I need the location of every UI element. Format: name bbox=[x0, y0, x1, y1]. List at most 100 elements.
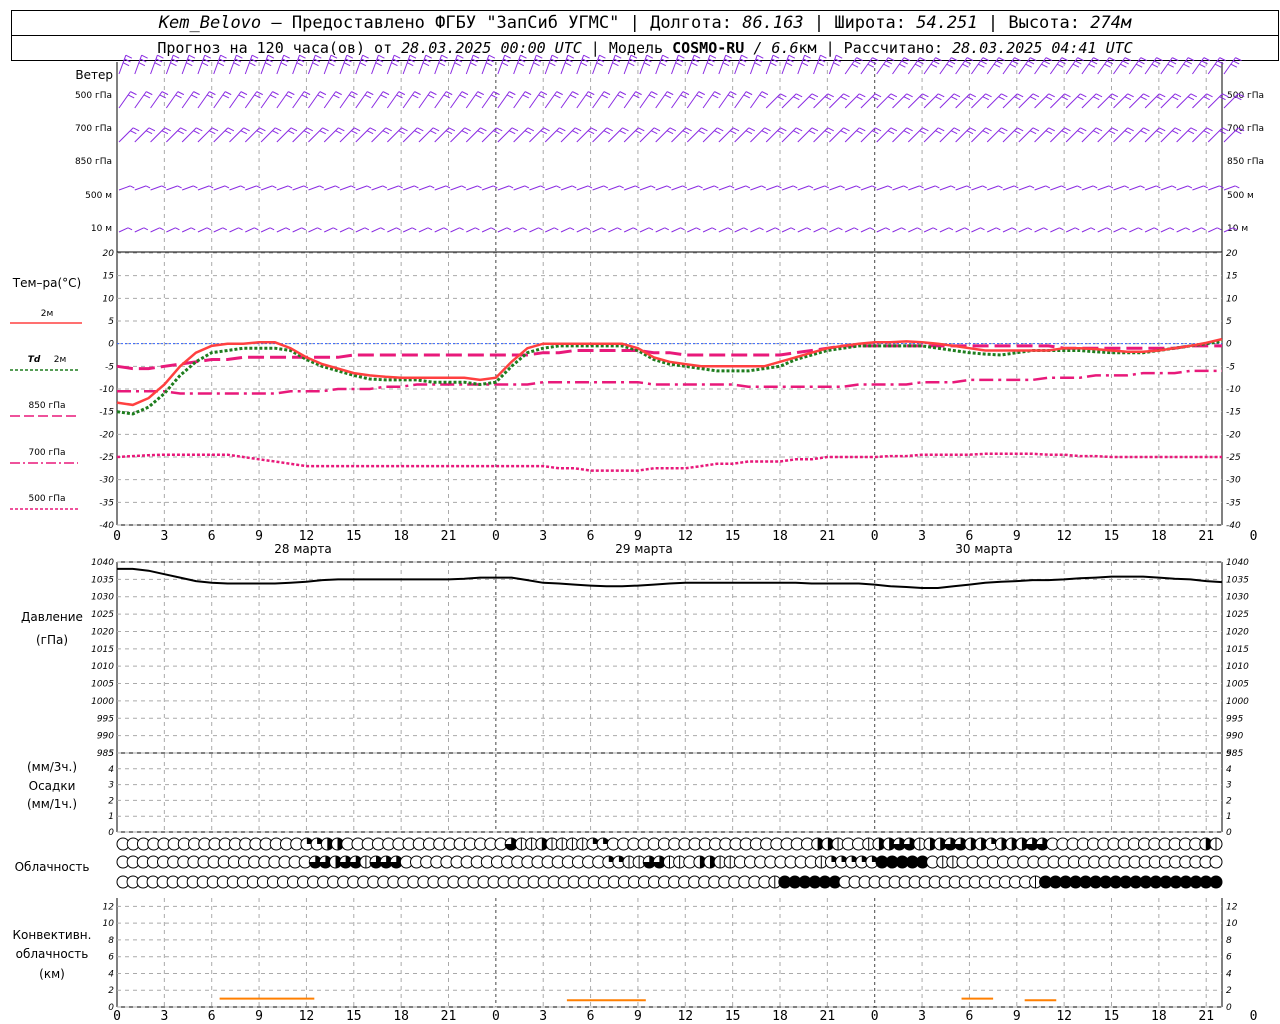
wind-barb-feather bbox=[401, 127, 408, 132]
wind-barb-feather bbox=[470, 62, 477, 67]
wind-barb-feather bbox=[1092, 185, 1098, 189]
wind-barb-feather bbox=[1185, 60, 1193, 65]
wind-barb-staff bbox=[671, 55, 679, 75]
wind-barb-feather bbox=[290, 127, 298, 132]
wind-barb-staff bbox=[592, 91, 605, 109]
wind-barb-feather bbox=[303, 130, 311, 135]
wind-level-500hpa-left: 500 гПа bbox=[75, 91, 112, 101]
wind-barb-feather bbox=[1027, 60, 1035, 65]
x-tick-label-temp: 6 bbox=[966, 529, 974, 544]
wind-barb-staff bbox=[418, 55, 427, 75]
precip-unit-1h: (мм/1ч.) bbox=[27, 797, 77, 811]
wind-barb-feather bbox=[1093, 130, 1100, 135]
wind-barb-feather bbox=[648, 94, 656, 99]
wind-barb-feather bbox=[745, 91, 753, 96]
wind-barb-feather bbox=[319, 91, 327, 96]
wind-barb-staff bbox=[150, 55, 158, 75]
wind-barb-feather bbox=[606, 127, 613, 132]
wind-barb-feather bbox=[827, 93, 834, 98]
wind-barb-feather bbox=[1093, 57, 1100, 62]
temp-y-tick-left: -35 bbox=[99, 498, 114, 508]
temp-y-tick-right: -15 bbox=[1226, 408, 1241, 418]
wind-barb-feather bbox=[619, 185, 624, 189]
wind-barb-staff bbox=[213, 227, 223, 233]
wind-barb-feather bbox=[501, 62, 509, 67]
x-tick-label-conv: 0 bbox=[113, 1009, 121, 1024]
wind-barb-staff bbox=[749, 55, 758, 75]
wind-barb-feather bbox=[1043, 227, 1048, 231]
wind-barb-staff bbox=[165, 91, 179, 109]
wind-barb-staff bbox=[260, 55, 269, 75]
wind-barb-feather bbox=[522, 227, 527, 231]
wind-barb-feather bbox=[706, 62, 714, 67]
wind-barb-feather bbox=[638, 127, 645, 132]
wind-barb-feather bbox=[517, 62, 524, 67]
wind-barb-feather bbox=[364, 94, 372, 99]
wind-barb-feather bbox=[556, 91, 563, 96]
wind-barb-feather bbox=[901, 60, 908, 65]
wind-barb-feather bbox=[716, 127, 724, 132]
wind-barb-feather bbox=[885, 227, 891, 231]
wind-barb-feather bbox=[193, 185, 198, 189]
x-tick-label-conv: 0 bbox=[492, 1009, 500, 1024]
wind-barb-staff bbox=[292, 55, 300, 75]
wind-barb-staff bbox=[355, 227, 366, 233]
wind-barb-staff bbox=[165, 55, 174, 75]
wind-barb-feather bbox=[393, 54, 401, 59]
wind-barb-staff bbox=[513, 185, 526, 191]
wind-barb-staff bbox=[481, 185, 494, 191]
wind-barb-feather bbox=[666, 185, 672, 189]
wind-barb-feather bbox=[351, 185, 356, 189]
wind-barb-feather bbox=[272, 130, 279, 135]
cloud-circle bbox=[1209, 875, 1223, 889]
conv-label-3: (км) bbox=[39, 967, 65, 981]
wind-barb-feather bbox=[795, 127, 803, 132]
wind-barb-feather bbox=[503, 58, 510, 63]
wind-barb-feather bbox=[227, 127, 235, 132]
wind-barb-feather bbox=[856, 57, 863, 62]
wind-barb-feather bbox=[1061, 185, 1066, 189]
temp-y-tick-left: 0 bbox=[108, 340, 114, 350]
cloud-label: Облачность bbox=[15, 860, 90, 874]
wind-barb-feather bbox=[315, 54, 322, 59]
wind-barb-staff bbox=[797, 185, 810, 191]
series-t2m-line bbox=[116, 337, 1223, 407]
wind-barb-feather bbox=[520, 54, 527, 59]
wind-barb-feather bbox=[1124, 185, 1129, 189]
wind-barb-staff bbox=[655, 185, 668, 191]
wind-barb-feather bbox=[211, 127, 219, 132]
wind-barb-feather bbox=[1093, 96, 1100, 101]
wind-barb-feather bbox=[209, 91, 216, 96]
wind-barb-feather bbox=[564, 62, 572, 67]
wind-barb-staff bbox=[118, 185, 131, 191]
wind-barb-feather bbox=[1174, 93, 1182, 98]
precip-y-tick-left: 0 bbox=[108, 828, 114, 838]
wind-barb-feather bbox=[266, 58, 273, 63]
wind-barb-feather bbox=[793, 185, 798, 189]
x-tick-label-conv: 12 bbox=[299, 1009, 315, 1024]
wind-barb-feather bbox=[883, 63, 890, 68]
wind-barb-feather bbox=[301, 227, 306, 231]
wind-barb-feather bbox=[270, 94, 277, 99]
x-tick-label-temp: 0 bbox=[871, 529, 879, 544]
wind-barb-feather bbox=[472, 54, 480, 59]
wind-barb-feather bbox=[653, 127, 661, 132]
wind-barb-feather bbox=[464, 127, 471, 132]
wind-barb-staff bbox=[308, 185, 320, 191]
wind-barb-feather bbox=[1122, 60, 1129, 65]
temp-y-tick-left: 15 bbox=[103, 272, 115, 282]
wind-barb-feather bbox=[724, 58, 731, 63]
wind-barb-feather bbox=[1095, 93, 1103, 98]
wind-barb-feather bbox=[536, 54, 543, 59]
wind-barb-feather bbox=[1045, 57, 1053, 62]
wind-barb-feather bbox=[806, 227, 812, 231]
wind-barb-staff bbox=[623, 91, 637, 109]
wind-barb-feather bbox=[682, 130, 690, 135]
x-tick-label-conv: 12 bbox=[1056, 1009, 1072, 1024]
wind-barb-feather bbox=[993, 63, 1001, 68]
wind-barb-staff bbox=[1002, 227, 1013, 233]
legend-t700-label: 700 гПа bbox=[28, 448, 65, 458]
wind-barb-feather bbox=[146, 91, 153, 96]
wind-barb-staff bbox=[623, 55, 632, 75]
wind-barb-feather bbox=[914, 63, 922, 68]
